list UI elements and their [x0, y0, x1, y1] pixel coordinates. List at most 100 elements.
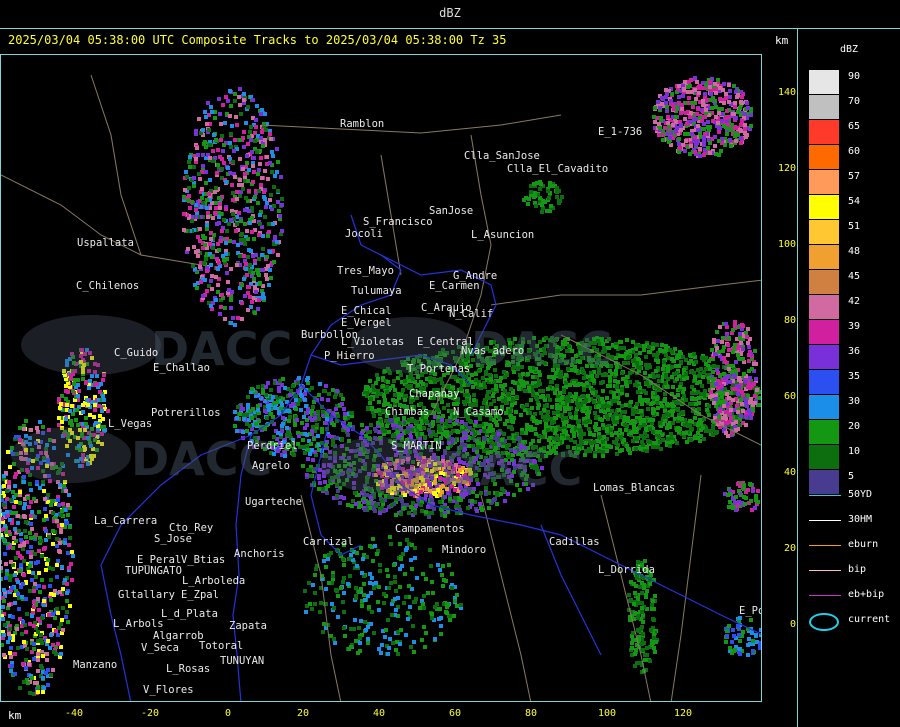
place-label: SanJose: [429, 205, 473, 217]
legend-swatch: [809, 195, 839, 219]
legend-swatch: [809, 345, 839, 369]
panel-divider: [797, 28, 798, 727]
x-tick-label: 20: [296, 708, 310, 719]
place-label: L_Arbols: [113, 618, 164, 630]
legend-swatch: [809, 270, 839, 294]
place-label: Gltallary: [118, 589, 175, 601]
track-arrow-icon: [809, 520, 841, 521]
place-label: Mindoro: [442, 544, 486, 556]
x-tick-label: 120: [673, 708, 693, 719]
place-label: V_Flores: [143, 684, 194, 696]
legend-level-label: 35: [848, 371, 861, 382]
place-label: L_Dorrida: [598, 564, 655, 576]
y-tick-label: 40: [783, 467, 796, 478]
place-label: Algarrob: [153, 630, 204, 642]
place-label: Totoral: [199, 640, 243, 652]
legend-swatch: [809, 120, 839, 144]
legend-swatch: [809, 220, 839, 244]
place-label: L_Arboleda: [182, 575, 245, 587]
track-arrow-icon: [809, 495, 841, 496]
legend-level-label: 54: [848, 196, 861, 207]
place-label: E_1-736: [598, 126, 642, 138]
legend-level-label: 51: [848, 221, 861, 232]
place-label: Manzano: [73, 659, 117, 671]
place-label: T_Portenas: [407, 363, 470, 375]
legend-swatch: [809, 295, 839, 319]
place-label: Clla_El_Cavadito: [507, 163, 608, 175]
y-tick-label: 60: [783, 391, 796, 402]
place-label: V_Btias: [181, 554, 225, 566]
y-tick-label: 20: [783, 543, 796, 554]
place-label: E_Challao: [153, 362, 210, 374]
reflectivity-echoes: [1, 76, 761, 696]
track-arrow-icon: [809, 595, 841, 596]
legend-swatch: [809, 70, 839, 94]
place-label: Clla_SanJose: [464, 150, 540, 162]
place-label: P_Hierro: [324, 350, 375, 362]
legend-swatch: [809, 145, 839, 169]
legend-swatch: [809, 95, 839, 119]
current-ellipse-icon: [809, 613, 839, 631]
legend-level-label: 20: [848, 421, 861, 432]
legend-level-label: 65: [848, 121, 861, 132]
place-label: Jocoli: [345, 228, 383, 240]
legend-level-label: 10: [848, 446, 861, 457]
x-tick-label: 60: [448, 708, 462, 719]
place-label: Nvas_adero: [461, 345, 524, 357]
y-tick-label: 120: [777, 163, 796, 174]
x-tick-label: -40: [64, 708, 84, 719]
legend-swatch: [809, 470, 839, 494]
y-tick-label: 140: [777, 87, 796, 98]
track-label: 30HM: [848, 514, 873, 525]
place-label: E_Carmen: [429, 280, 480, 292]
place-label: L_Asuncion: [471, 229, 534, 241]
place-label: E_Vergel: [341, 317, 392, 329]
legend-level-label: 70: [848, 96, 861, 107]
radar-map[interactable]: DACC DACC DACC DACC Ramblon E_1-736 Clla_S…: [0, 54, 762, 702]
place-label: Perdriel: [247, 440, 298, 452]
place-label: L_d_Plata: [161, 608, 218, 620]
place-label: Ramblon: [340, 118, 384, 130]
place-label: Agrelo: [252, 460, 290, 472]
place-label: Potrerillos: [151, 407, 221, 419]
track-label: eburn: [848, 539, 879, 550]
x-tick-label: 100: [597, 708, 617, 719]
composite-tracks-subtitle: 2025/03/04 05:38:00 UTC Composite Tracks…: [8, 33, 507, 47]
place-label: N_Calif: [449, 308, 493, 320]
place-label: Chimbas: [385, 406, 429, 418]
x-tick-label: 0: [224, 708, 232, 719]
place-label: C_Chilenos: [76, 280, 139, 292]
place-label: E_Chical: [341, 305, 392, 317]
place-label: La_Carrera: [94, 515, 157, 527]
place-label: Cadillas: [549, 536, 600, 548]
x-tick-label: 40: [372, 708, 386, 719]
legend-level-label: 48: [848, 246, 861, 257]
place-label: TUPUNGATO: [125, 565, 182, 577]
place-label: L_Vegas: [108, 418, 152, 430]
legend-swatch: [809, 320, 839, 344]
legend-level-label: 60: [848, 146, 861, 157]
legend-swatch: [809, 170, 839, 194]
place-label: L_Rosas: [166, 663, 210, 675]
legend-title: dBZ: [840, 44, 859, 55]
legend-swatch: [809, 445, 839, 469]
track-label: 50YD: [848, 489, 873, 500]
place-label: Ugarteche: [245, 496, 302, 508]
place-label: S_Francisco: [363, 216, 433, 228]
legend-level-label: 45: [848, 271, 861, 282]
km-right-label: km: [775, 34, 789, 47]
legend-swatch: [809, 370, 839, 394]
legend-level-label: 42: [848, 296, 861, 307]
track-label: bip: [848, 564, 867, 575]
x-tick-label: -20: [140, 708, 160, 719]
place-label: Anchoris: [234, 548, 285, 560]
place-label: Tulumaya: [351, 285, 402, 297]
x-tick-label: 80: [524, 708, 538, 719]
place-label: Tres_Mayo: [337, 265, 394, 277]
place-label: Uspallata: [77, 237, 134, 249]
legend-level-label: 90: [848, 71, 861, 82]
track-arrow-icon: [809, 545, 841, 546]
km-bottom-label: km: [8, 709, 22, 722]
y-axis: 140 120 100 80 60 40 20 0: [762, 54, 798, 702]
window-title: dBZ: [439, 6, 461, 20]
